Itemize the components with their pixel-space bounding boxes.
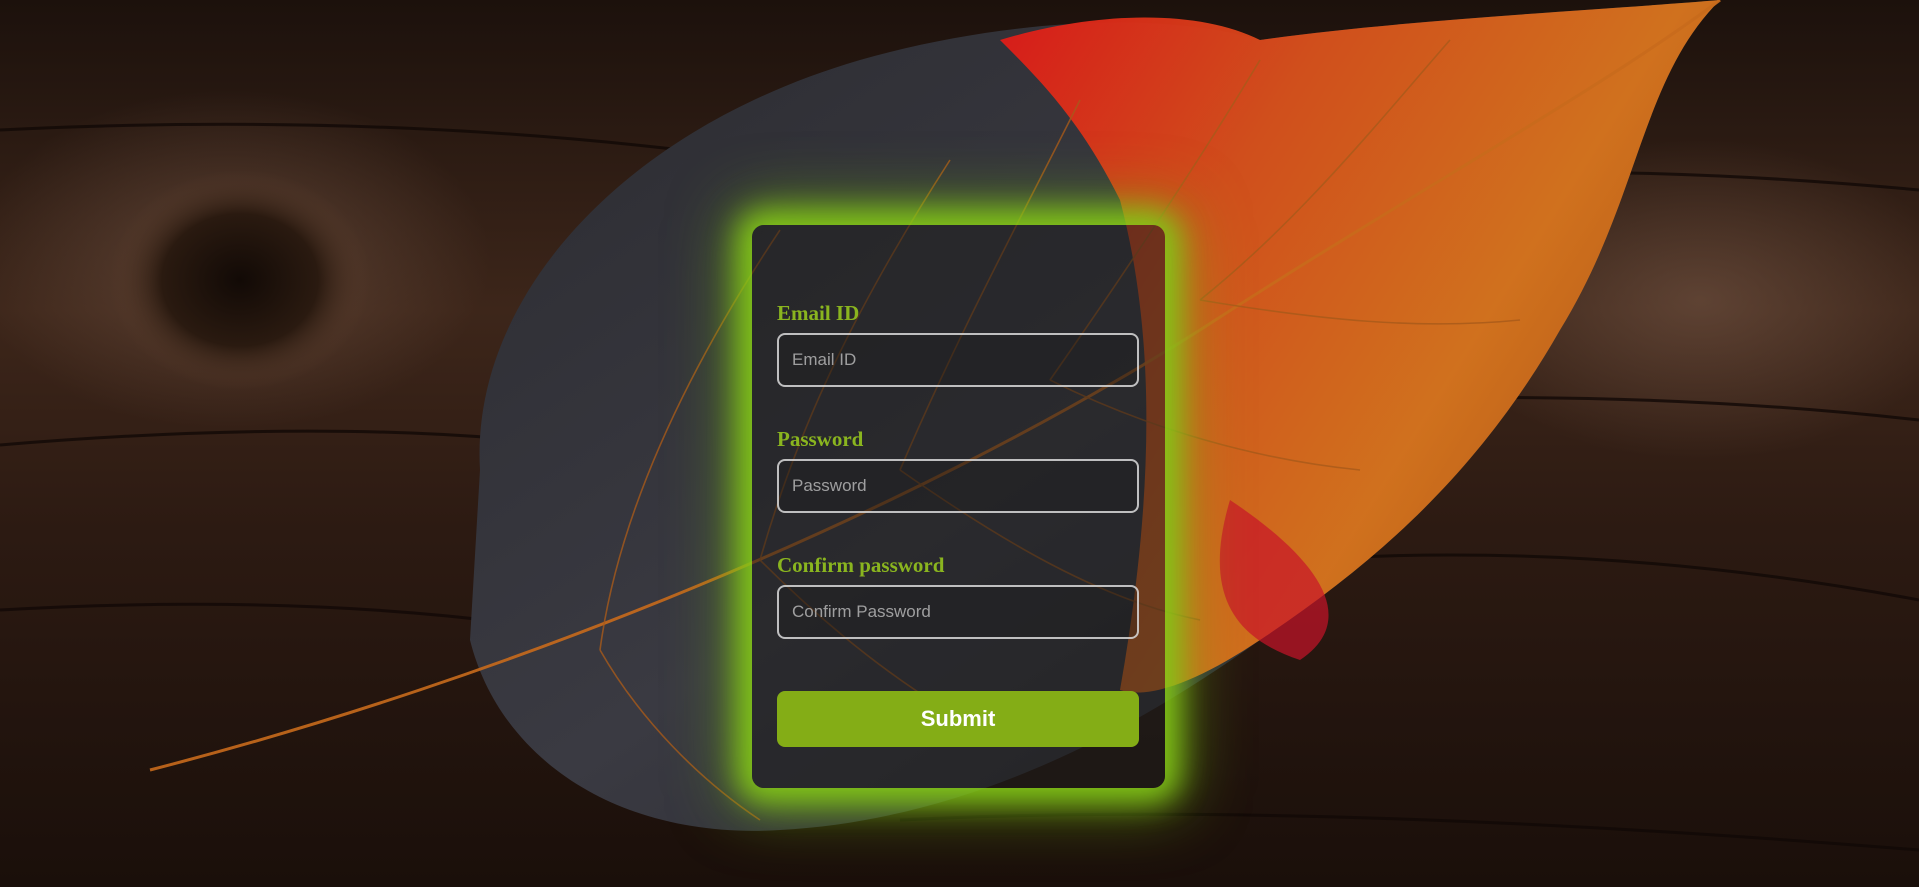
signup-form-card: Email ID Password Confirm password Submi… [752, 225, 1165, 788]
confirm-password-label: Confirm password [777, 553, 945, 577]
submit-button[interactable]: Submit [777, 691, 1139, 747]
confirm-password-input[interactable] [777, 585, 1139, 639]
password-input[interactable] [777, 459, 1139, 513]
email-input[interactable] [777, 333, 1139, 387]
password-label: Password [777, 427, 864, 451]
email-label: Email ID [777, 301, 860, 325]
